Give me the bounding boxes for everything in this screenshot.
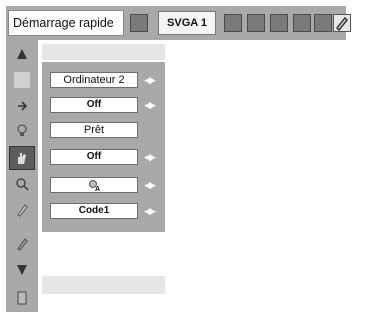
input-arrows-icon[interactable]: ◀▶ xyxy=(141,74,157,86)
people-icon[interactable] xyxy=(247,14,265,32)
panel-footer xyxy=(42,276,165,294)
input-icon[interactable] xyxy=(14,98,30,114)
power-setting-field[interactable]: Off xyxy=(50,149,138,165)
panel-header xyxy=(42,44,165,60)
sidebar xyxy=(6,40,38,312)
grid-icon[interactable] xyxy=(293,14,311,32)
keyboard-icon[interactable] xyxy=(14,72,30,88)
remote-code-arrows-icon[interactable]: ◀▶ xyxy=(141,205,157,217)
up-arrow-icon[interactable] xyxy=(14,46,30,62)
camera-icon[interactable] xyxy=(270,14,288,32)
hand-icon[interactable] xyxy=(9,146,35,170)
computer-icon[interactable] xyxy=(224,14,242,32)
top-toolbar: Démarrage rapide SVGA 1 xyxy=(6,6,351,40)
lamp-icon: A xyxy=(89,180,100,192)
standby-mode-field[interactable]: Prêt xyxy=(50,122,138,138)
search-icon[interactable] xyxy=(14,176,30,192)
auto-setup-field[interactable]: Off xyxy=(50,97,138,113)
pencil-icon[interactable] xyxy=(333,14,351,32)
input-value-field[interactable]: Ordinateur 2 xyxy=(50,72,138,88)
signal-label: SVGA 1 xyxy=(158,11,216,35)
down-arrow-icon[interactable] xyxy=(14,262,30,278)
speaker-icon[interactable] xyxy=(314,14,332,32)
power-setting-arrows-icon[interactable]: ◀▶ xyxy=(141,151,157,163)
remote-code-field[interactable]: Code1 xyxy=(50,203,138,219)
lamp-icon[interactable] xyxy=(14,122,30,138)
pencil-icon[interactable] xyxy=(14,202,30,218)
startup-mode-label: Démarrage rapide xyxy=(8,10,124,36)
svg-text:A: A xyxy=(95,186,100,192)
settings-panel: Ordinateur 2 ◀▶ Off ◀▶ Prêt Off ◀▶ A ◀▶ … xyxy=(42,62,165,232)
brush-icon[interactable] xyxy=(14,236,30,252)
auto-setup-arrows-icon[interactable]: ◀▶ xyxy=(141,99,157,111)
lamp-mode-field[interactable]: A xyxy=(50,177,138,193)
door-icon[interactable] xyxy=(14,290,30,306)
image-icon[interactable] xyxy=(130,14,148,32)
lamp-mode-arrows-icon[interactable]: ◀▶ xyxy=(141,179,157,191)
